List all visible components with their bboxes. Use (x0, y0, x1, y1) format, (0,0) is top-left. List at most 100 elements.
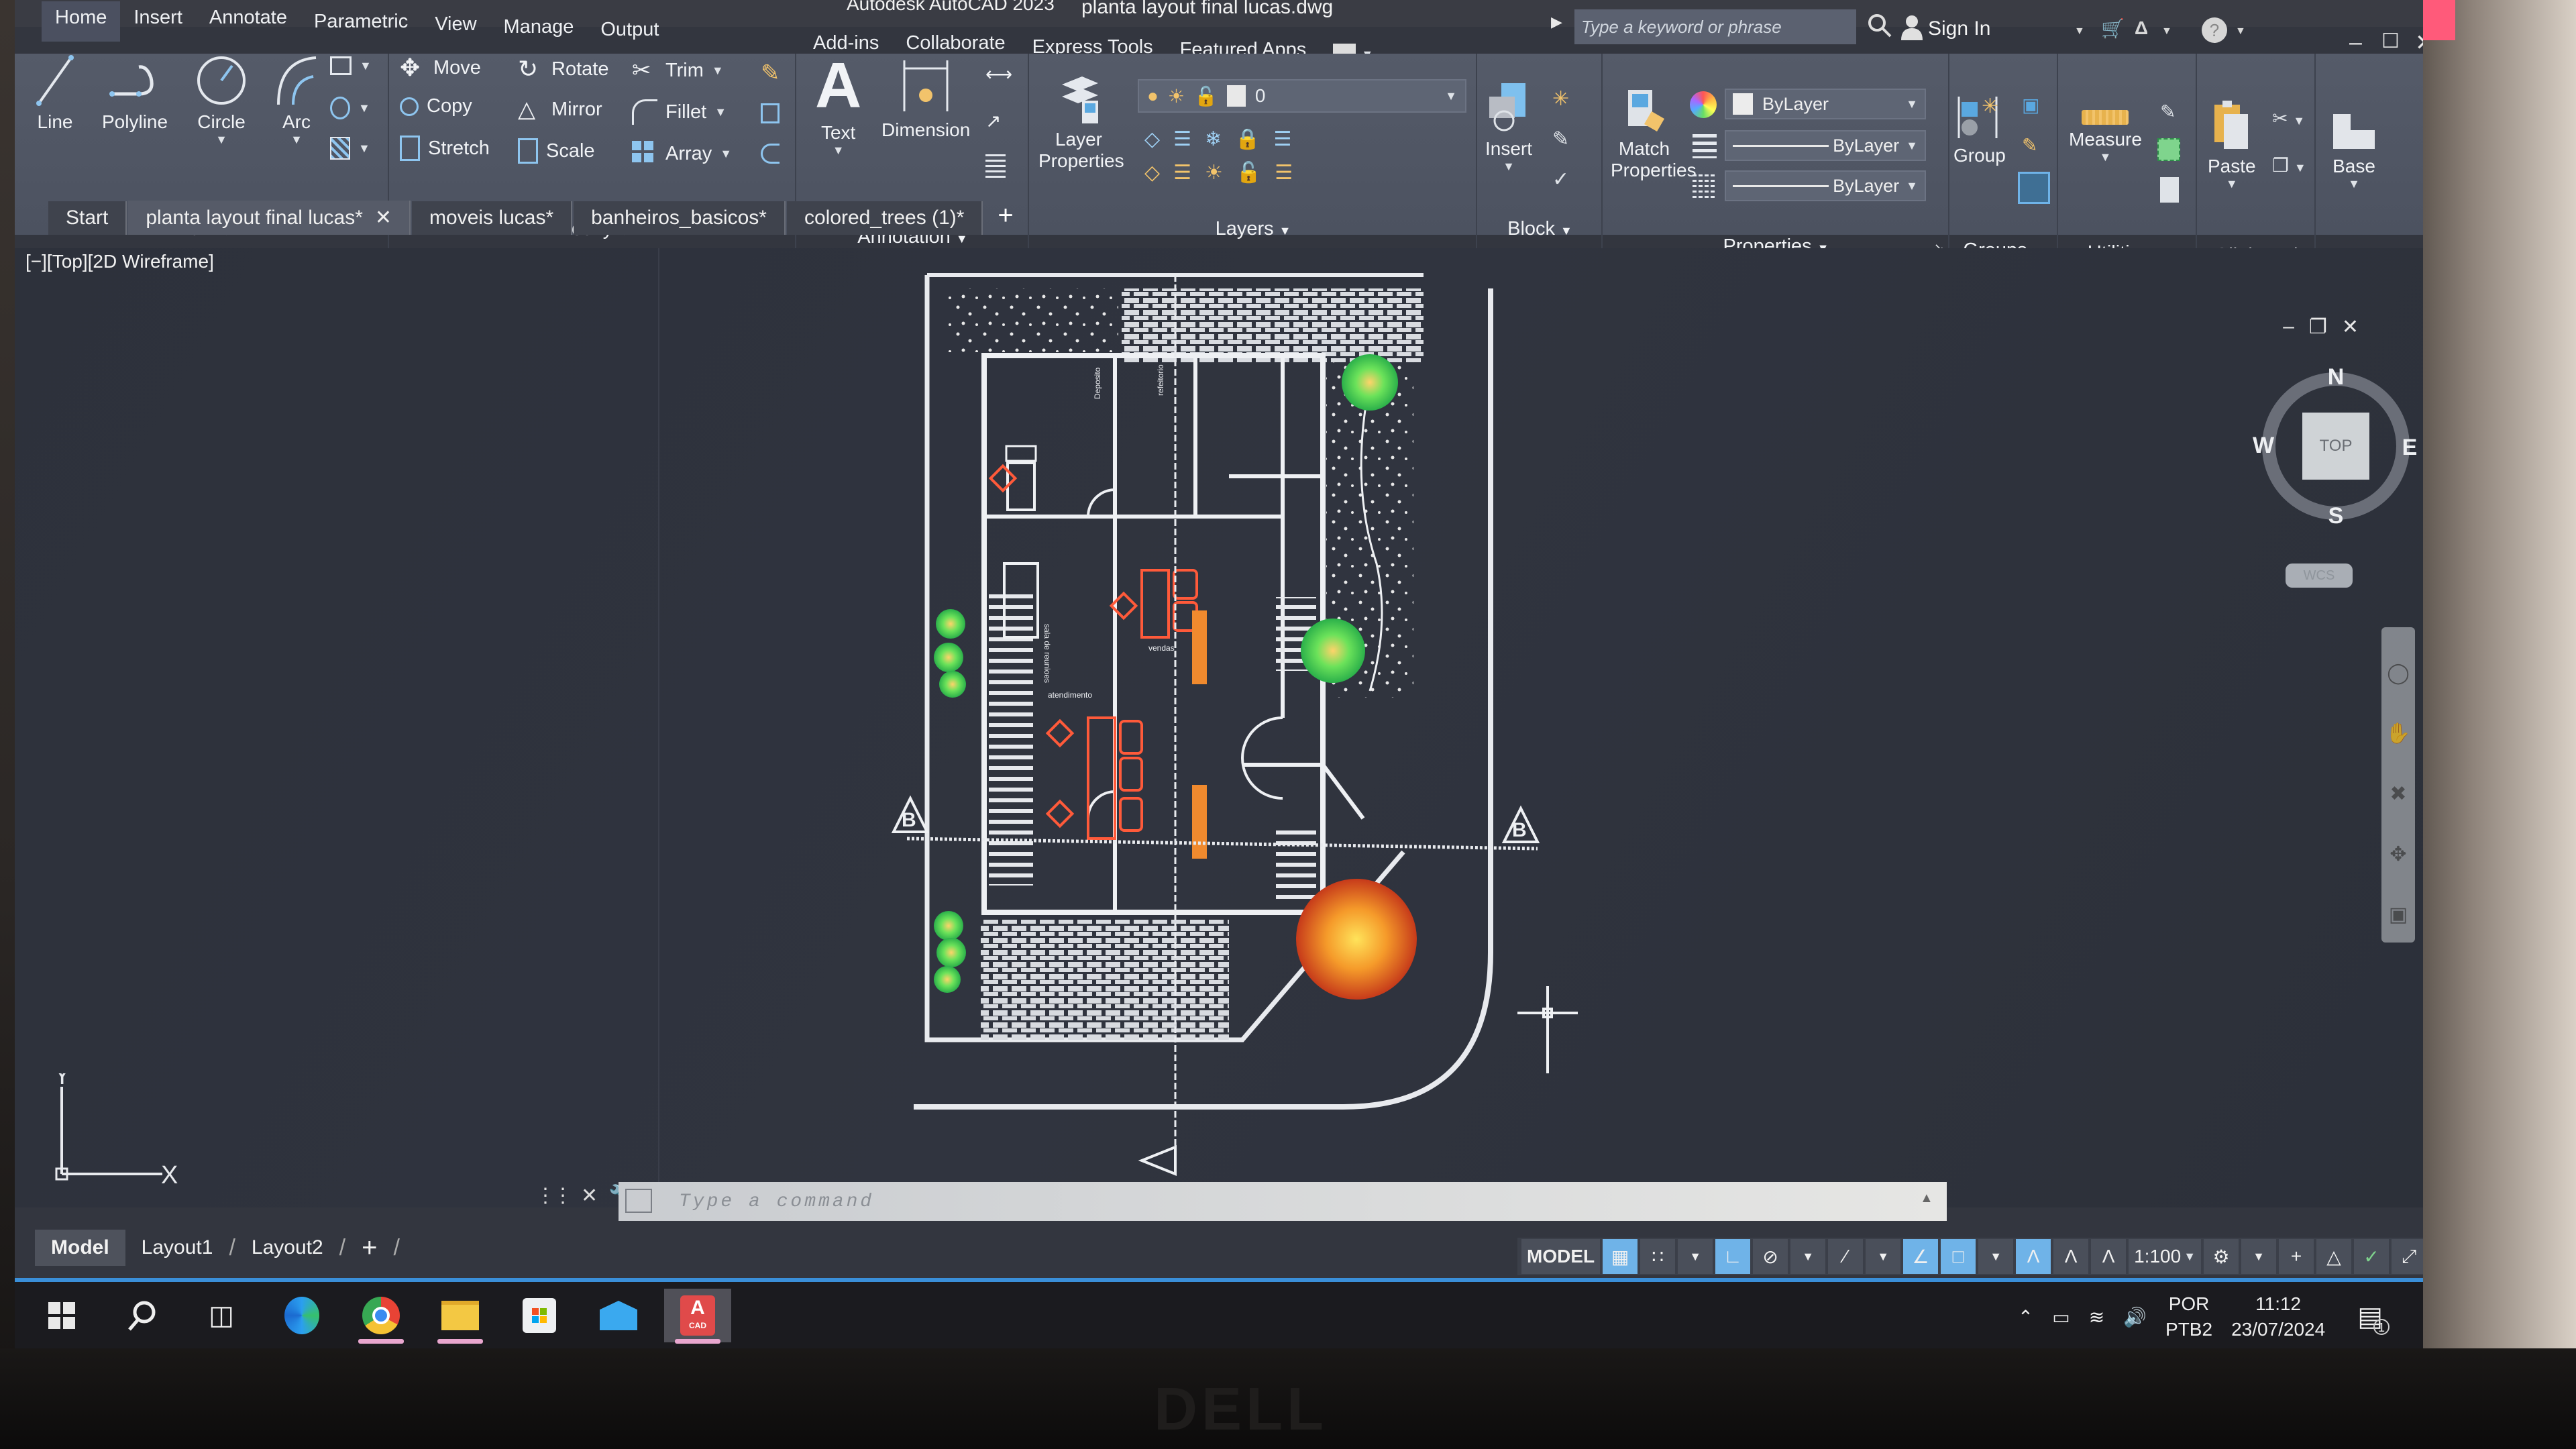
hardware-acceleration-icon[interactable]: ✓ (2354, 1239, 2390, 1274)
hatch-tool[interactable]: ▼ (330, 137, 370, 160)
account-dropdown-icon[interactable]: ▼ (2161, 25, 2172, 38)
taskbar-autocad[interactable]: A CAD (664, 1289, 731, 1344)
command-line-grip[interactable]: ⋮⋮ (535, 1184, 573, 1208)
annotation-monitor-icon[interactable]: + (2279, 1239, 2314, 1274)
sign-in-button[interactable]: Sign In (1928, 17, 1990, 40)
grid-toggle[interactable]: ▦ (1603, 1239, 1638, 1274)
recent-commands-icon[interactable] (625, 1189, 652, 1213)
ungroup-icon[interactable]: ▣ (2022, 94, 2039, 116)
taskbar-search-button[interactable] (109, 1289, 176, 1342)
select-all-icon[interactable] (2157, 138, 2180, 161)
layer-lock-icon[interactable]: 🔒 (1235, 127, 1260, 151)
ribbon-tab-output[interactable]: Output (587, 1, 672, 42)
base-view-button[interactable]: Base ▼ (2330, 111, 2377, 191)
layer-unisolate-icon[interactable]: ☰ (1173, 161, 1191, 184)
layer-properties-button[interactable]: Layer Properties (1038, 71, 1124, 172)
help-dropdown-icon[interactable]: ▼ (2235, 25, 2246, 38)
object-snap-tracking-toggle[interactable]: ∠ (1903, 1239, 1939, 1274)
move-tool[interactable]: ✥ Move (400, 55, 481, 80)
annotation-scale-dropdown[interactable]: 1:100 ▼ (2129, 1239, 2202, 1274)
viewcube[interactable]: TOP N S E W (2249, 359, 2423, 533)
isolate-objects-icon[interactable]: △ (2316, 1239, 2352, 1274)
zoom-extents-icon[interactable]: ✖ (2381, 764, 2415, 824)
copy-tool[interactable]: Copy (400, 95, 472, 117)
file-tab-banheiros-basicos[interactable]: banheiros_basicos* (574, 201, 786, 235)
group-button[interactable]: ✳ Group (1953, 94, 2006, 166)
scale-tool[interactable]: Scale (518, 138, 595, 164)
paste-button[interactable]: Paste ▼ (2208, 98, 2256, 191)
linear-dimension-tool[interactable]: ⟷ (985, 63, 1012, 89)
compass-north[interactable]: N (2328, 364, 2345, 390)
file-tab-moveis-lucas[interactable]: moveis lucas* (412, 201, 573, 235)
ribbon-tab-home[interactable]: Home (42, 1, 121, 42)
copy-clip-icon[interactable]: ❐ ▼ (2272, 154, 2306, 176)
layer-off-icon[interactable]: ◇ (1144, 127, 1160, 151)
snap-toggle[interactable]: ∷ (1640, 1239, 1676, 1274)
isometric-toggle[interactable]: ⁄ (1828, 1239, 1864, 1274)
text-tool[interactable]: A Text ▼ (815, 54, 861, 158)
orbit-icon[interactable]: ✥ (2381, 824, 2415, 885)
offset-tool[interactable] (761, 144, 780, 164)
search-icon[interactable] (1866, 12, 1893, 39)
arc-tool[interactable]: Arc ▼ (273, 54, 320, 147)
compass-east[interactable]: E (2402, 435, 2418, 460)
taskbar-chrome[interactable] (347, 1289, 415, 1344)
viewport-minimize-icon[interactable]: – (2283, 315, 2294, 339)
quick-select-icon[interactable]: ✎ (2160, 101, 2176, 123)
taskbar-store[interactable] (506, 1289, 573, 1342)
layer-thaw-all-icon[interactable]: ☀ (1205, 161, 1223, 184)
layer-dropdown[interactable]: ● ☀ 🔓 0 ▼ (1138, 79, 1466, 113)
autodesk-account-icon[interactable]: Δ (2135, 17, 2148, 39)
layer-unlock-all-icon[interactable]: 🔓 (1236, 161, 1261, 184)
sign-in-dropdown-icon[interactable]: ▼ (2074, 25, 2085, 38)
maximize-button[interactable]: ☐ (2381, 30, 2400, 53)
command-input[interactable] (619, 1182, 1947, 1221)
group-selection-toggle[interactable] (2018, 172, 2050, 204)
rotate-tool[interactable]: ↻ Rotate (518, 56, 608, 82)
viewport-close-icon[interactable]: ✕ (2342, 315, 2359, 339)
layer-freeze-icon[interactable]: ❄ (1205, 127, 1222, 151)
dimension-tool[interactable]: Dimension (881, 58, 970, 141)
clean-screen-icon[interactable]: ⤢ (2392, 1239, 2423, 1274)
taskbar-file-explorer[interactable] (427, 1289, 494, 1344)
annotation-scale-icon[interactable]: Λ (2091, 1239, 2127, 1274)
snap-dropdown-icon[interactable]: ▼ (1678, 1239, 1713, 1274)
compass-west[interactable]: W (2253, 433, 2275, 458)
layer-on-all-icon[interactable]: ◇ (1144, 161, 1160, 184)
measure-button[interactable]: Measure ▼ (2069, 110, 2142, 164)
layer-match-icon[interactable]: ☰ (1273, 127, 1291, 151)
workspace-dropdown-icon[interactable]: ▼ (2241, 1239, 2277, 1274)
new-tab-button[interactable]: + (984, 197, 1026, 235)
table-tool[interactable] (985, 154, 1006, 180)
viewport-restore-icon[interactable]: ❐ (2309, 315, 2327, 339)
ribbon-tab-manage[interactable]: Manage (490, 1, 588, 42)
ribbon-tab-annotate[interactable]: Annotate (196, 1, 301, 42)
wcs-menu[interactable]: WCS (2286, 564, 2353, 588)
minimize-button[interactable]: – (2349, 30, 2362, 56)
search-input[interactable] (1574, 9, 1856, 44)
file-tab-colored-trees[interactable]: colored_trees (1)* (786, 201, 983, 235)
polyline-tool[interactable]: Polyline (102, 54, 168, 133)
array-tool[interactable]: Array ▼ (632, 141, 732, 166)
ribbon-tab-insert[interactable]: Insert (120, 1, 196, 42)
ellipse-tool[interactable]: ▼ (330, 97, 370, 119)
language-indicator[interactable]: POR PTB2 (2165, 1291, 2212, 1342)
file-tab-planta-layout[interactable]: planta layout final lucas* ✕ (128, 201, 411, 235)
notification-center-button[interactable]: ▤ 1 (2357, 1301, 2390, 1335)
command-history-toggle[interactable]: ▲ (1920, 1191, 1933, 1206)
steering-wheel-icon[interactable]: ◯ (2381, 643, 2415, 704)
stretch-tool[interactable]: Stretch (400, 136, 490, 161)
explode-tool[interactable] (761, 103, 780, 123)
add-layout-button[interactable]: + (345, 1226, 393, 1270)
battery-icon[interactable]: ▭ (2052, 1306, 2070, 1328)
panel-label-block[interactable]: Block ▼ (1479, 218, 1601, 240)
file-tab-start[interactable]: Start (48, 201, 127, 235)
task-view-button[interactable]: ◫ (188, 1289, 255, 1342)
search-expand-icon[interactable]: ▶ (1551, 13, 1562, 31)
trim-tool[interactable]: ✂ Trim ▼ (632, 58, 724, 83)
model-space-toggle[interactable]: MODEL (1521, 1239, 1601, 1274)
create-block-icon[interactable]: ✳ (1552, 87, 1569, 111)
annotation-visibility-toggle[interactable]: Λ (2016, 1239, 2051, 1274)
edit-block-icon[interactable]: ✎ (1552, 127, 1569, 151)
auto-scale-toggle[interactable]: Λ (2053, 1239, 2089, 1274)
